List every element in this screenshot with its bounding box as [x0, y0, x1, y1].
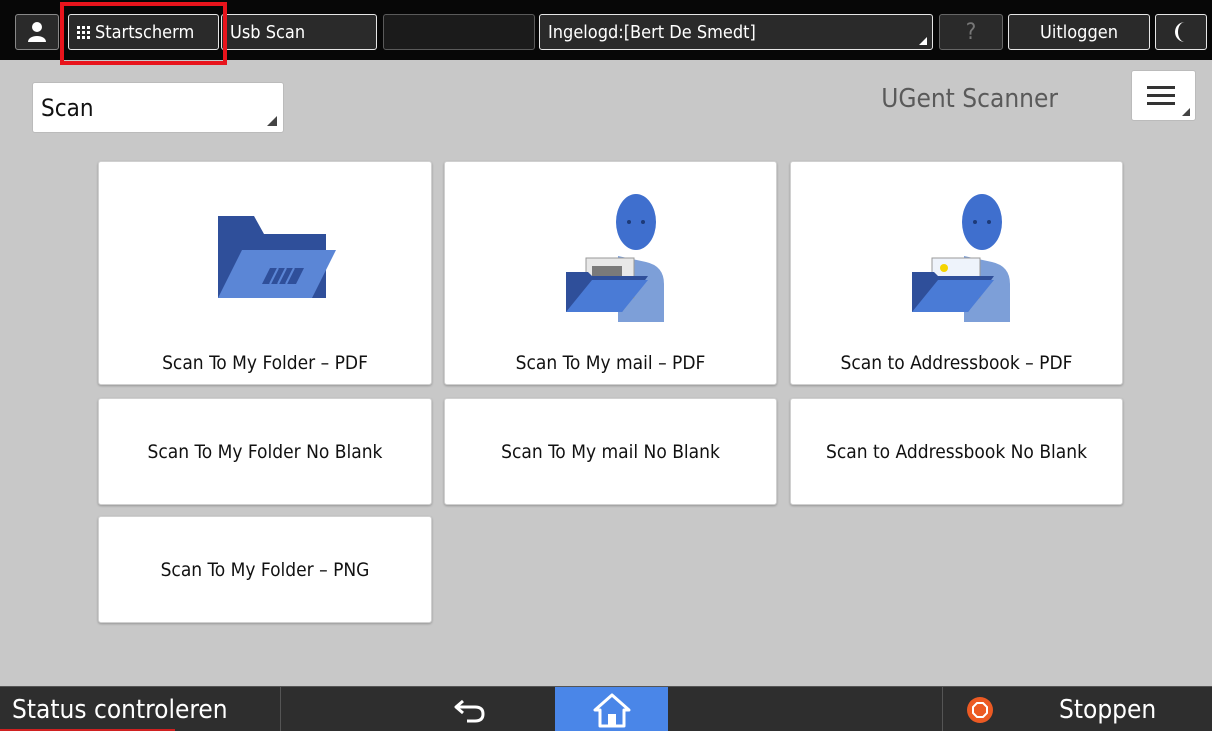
menu-line: [1146, 86, 1175, 89]
person-scan-color-icon: [911, 194, 1010, 322]
menu-button[interactable]: [1131, 70, 1196, 121]
tile-scan-my-mail-no-blank[interactable]: Scan To My mail No Blank: [444, 398, 777, 505]
usb-scan-label: Usb Scan: [230, 21, 306, 43]
tile-scan-addressbook-no-blank[interactable]: Scan to Addressbook No Blank: [790, 398, 1123, 505]
menu-line: [1146, 102, 1175, 105]
check-status-label: Status controleren: [12, 694, 228, 725]
logout-button[interactable]: Uitloggen: [1008, 14, 1150, 50]
tile-label: Scan to Addressbook No Blank: [825, 440, 1088, 463]
home-screen-button[interactable]: Startscherm: [68, 14, 219, 50]
tile-scan-my-folder-pdf[interactable]: Scan To My Folder – PDF: [98, 161, 432, 385]
top-bar: Startscherm Usb Scan Ingelogd:[Bert De S…: [0, 0, 1212, 60]
folder-icon: [218, 216, 336, 298]
user-icon: [28, 22, 46, 42]
logged-in-user-label: Ingelogd:[Bert De Smedt]: [548, 21, 756, 43]
moon-icon: [1175, 22, 1185, 42]
apps-grid-icon: [77, 25, 90, 39]
stop-icon: [967, 696, 993, 723]
tile-scan-my-mail-pdf[interactable]: Scan To My mail – PDF: [444, 161, 777, 385]
app-title: UGent Scanner: [881, 84, 1058, 114]
logout-label: Uitloggen: [1040, 21, 1118, 43]
home-icon: [593, 693, 630, 727]
stop-label: Stoppen: [1059, 694, 1157, 725]
energy-saver-button[interactable]: [1155, 14, 1207, 50]
tile-label: Scan To My mail – PDF: [515, 352, 706, 374]
dropdown-corner-icon: [919, 37, 927, 45]
back-arrow-icon: [454, 699, 485, 722]
help-button[interactable]: ?: [939, 14, 1003, 50]
check-status-button[interactable]: Status controleren: [0, 687, 281, 731]
function-select[interactable]: Scan: [32, 82, 284, 133]
help-icon: ?: [965, 19, 977, 45]
bottom-bar: Status controleren Stoppen: [0, 686, 1212, 731]
tile-label: Scan To My Folder – PNG: [160, 558, 370, 581]
tile-label: Scan To My mail No Blank: [501, 440, 720, 463]
person-scan-icon: [565, 194, 664, 322]
home-button[interactable]: [555, 687, 668, 731]
empty-tab[interactable]: [383, 14, 535, 50]
tile-label: Scan To My Folder No Blank: [147, 440, 383, 463]
tile-scan-my-folder-no-blank[interactable]: Scan To My Folder No Blank: [98, 398, 432, 505]
usb-scan-tab[interactable]: Usb Scan: [221, 14, 377, 50]
tile-label: Scan To My Folder – PDF: [162, 352, 368, 374]
dropdown-corner-icon: [267, 116, 277, 126]
menu-line: [1146, 94, 1175, 97]
stop-button[interactable]: Stoppen: [942, 687, 1212, 731]
home-screen-label: Startscherm: [95, 21, 195, 43]
dropdown-corner-icon: [1182, 108, 1190, 116]
back-button[interactable]: [420, 687, 520, 731]
tile-scan-my-folder-png[interactable]: Scan To My Folder – PNG: [98, 516, 432, 623]
tile-label: Scan to Addressbook – PDF: [840, 352, 1073, 374]
logged-in-user-button[interactable]: Ingelogd:[Bert De Smedt]: [539, 14, 933, 50]
user-button[interactable]: [15, 14, 59, 50]
tile-scan-addressbook-pdf[interactable]: Scan to Addressbook – PDF: [790, 161, 1123, 385]
function-select-value: Scan: [41, 93, 94, 122]
